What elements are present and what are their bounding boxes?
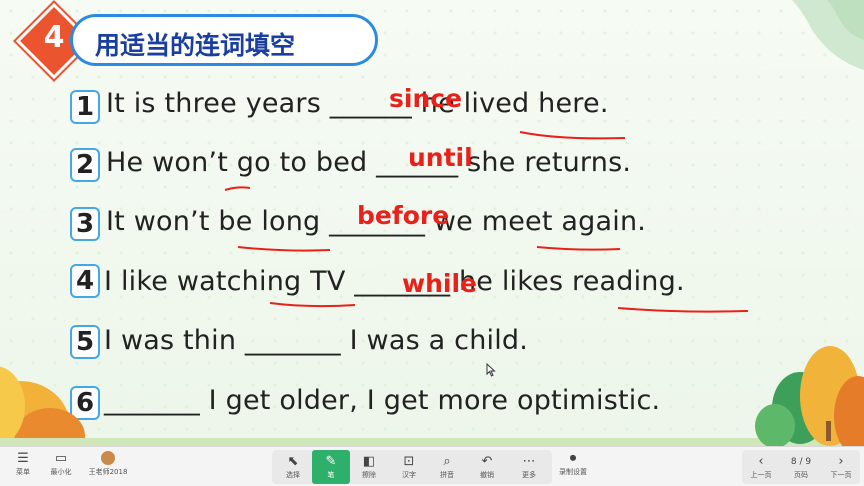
record-settings-button[interactable]: ⏺ 录制设置 [556,447,590,481]
mouse-pointer-icon [486,363,496,377]
select-tool-button[interactable]: ⬉ 选择 [274,450,312,484]
minimize-label: 最小化 [50,468,72,476]
page-navigation: ‹ 上一页 8 / 9 页码 › 下一页 [742,450,860,484]
slide: 用适当的连词填空 4 1 It is three years ______ he… [0,0,864,446]
annotation-stroke [269,302,356,308]
bottom-toolbar: ☰ 菜单 ▭ 最小化 王老师2018 ⬉ 选择 ✎ 笔 ◧ 擦除 ⊡ 汉字 ⌕ … [0,446,864,486]
hanzi-tool-button[interactable]: ⊡ 汉字 [390,450,428,484]
menu-button[interactable]: ☰ 菜单 [4,447,42,481]
record-label: 录制设置 [559,468,587,476]
pinyin-label: 拼音 [440,471,454,479]
hanzi-label: 汉字 [402,471,416,479]
more-label: 更多 [522,471,536,479]
annotation-stroke [536,246,621,251]
annotation-stroke [224,186,251,191]
annotation-stroke [617,307,749,313]
eraser-tool-button[interactable]: ◧ 擦除 [350,450,388,484]
undo-label: 撤销 [480,471,494,479]
more-icon: ⋯ [522,454,536,469]
next-page-label: 下一页 [830,471,852,479]
next-page-button[interactable]: › 下一页 [822,450,860,484]
pen-tool-button[interactable]: ✎ 笔 [312,450,350,484]
chevron-left-icon: ‹ [758,454,764,469]
undo-icon: ↶ [481,454,493,469]
eraser-label: 擦除 [362,471,376,479]
user-name: 王老师2018 [88,468,128,476]
record-icon: ⏺ [569,451,577,466]
page-number: 8 / 9 [790,457,812,467]
pen-icon: ✎ [325,454,337,469]
annotation-stroke [237,246,331,252]
cursor-icon: ⬉ [287,454,299,469]
avatar [82,451,134,467]
menu-label: 菜单 [16,468,30,476]
menu-icon: ☰ [17,451,29,466]
eraser-icon: ◧ [362,454,376,469]
page-label: 页码 [794,471,808,479]
page-indicator[interactable]: 8 / 9 页码 [782,450,820,484]
user-profile-button[interactable]: 王老师2018 [82,447,134,481]
pinyin-tool-button[interactable]: ⌕ 拼音 [428,450,466,484]
tool-group: ⬉ 选择 ✎ 笔 ◧ 擦除 ⊡ 汉字 ⌕ 拼音 ↶ 撤销 ⋯ 更多 [272,450,552,484]
pen-label: 笔 [327,471,335,479]
hanzi-icon: ⊡ [403,454,415,469]
annotation-stroke [519,131,626,140]
minimize-button[interactable]: ▭ 最小化 [42,447,80,481]
more-button[interactable]: ⋯ 更多 [510,450,548,484]
prev-page-button[interactable]: ‹ 上一页 [742,450,780,484]
select-label: 选择 [286,471,300,479]
pinyin-icon: ⌕ [443,454,451,469]
minimize-icon: ▭ [54,451,68,466]
autumn-trees-decoration [0,346,864,446]
prev-page-label: 上一页 [750,471,772,479]
chevron-right-icon: › [838,454,844,469]
undo-button[interactable]: ↶ 撤销 [468,450,506,484]
